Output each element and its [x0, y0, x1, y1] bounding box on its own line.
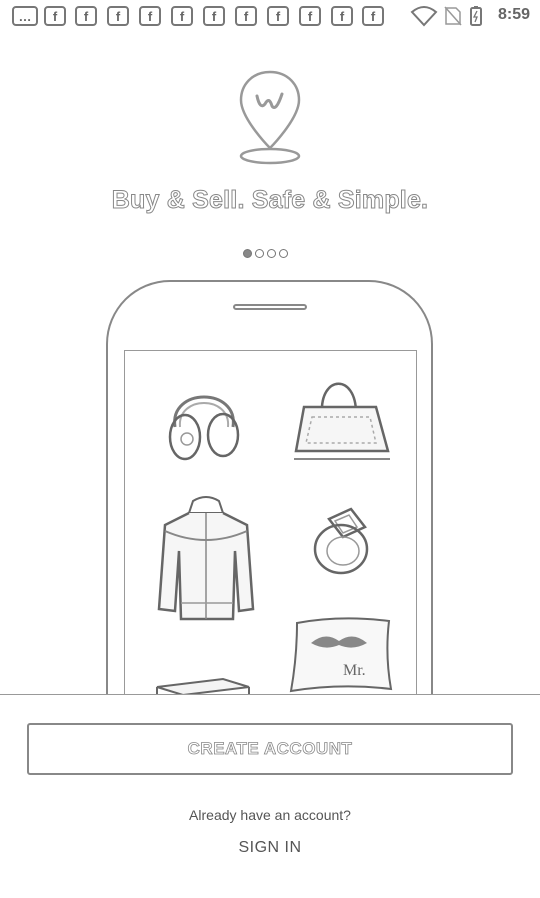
already-have-account-text: Already have an account? [189, 807, 351, 823]
wifi-icon [410, 6, 438, 27]
phone-speaker [233, 304, 307, 310]
page-indicator [243, 249, 288, 258]
chat-icon: … [12, 6, 38, 26]
facebook-icon: f [299, 6, 321, 26]
facebook-icon: f [171, 6, 193, 26]
page-dot[interactable] [279, 249, 288, 258]
ring-icon [313, 507, 369, 575]
no-sim-icon [444, 6, 462, 26]
jacket-icon [157, 496, 255, 621]
facebook-icon: f [362, 6, 384, 26]
phone-screen: Mr. [124, 350, 417, 722]
page-dot[interactable] [267, 249, 276, 258]
facebook-icon: f [331, 6, 353, 26]
tagline: Buy & Sell. Safe & Simple. [111, 186, 429, 215]
pillow-icon: Mr. [289, 617, 393, 693]
sign-in-button[interactable]: SIGN IN [0, 839, 540, 857]
phone-illustration: Mr. [106, 280, 433, 722]
headphones-icon [168, 395, 240, 461]
battery-icon [470, 6, 482, 26]
page-dot-active[interactable] [243, 249, 252, 258]
clock: 8:59 [497, 6, 530, 23]
facebook-icon: f [139, 6, 161, 26]
facebook-icon: f [235, 6, 257, 26]
create-account-button[interactable]: CREATE ACCOUNT [27, 723, 513, 775]
handbag-icon [294, 382, 390, 460]
facebook-icon: f [267, 6, 289, 26]
facebook-icon: f [44, 6, 66, 26]
auth-panel: CREATE ACCOUNT Already have an account? … [0, 694, 540, 898]
facebook-icon: f [203, 6, 225, 26]
status-bar: … f f f f f f f f f f f 8:59 [0, 0, 540, 32]
facebook-icon: f [75, 6, 97, 26]
pillow-label: Mr. [343, 662, 366, 679]
facebook-icon: f [107, 6, 129, 26]
page-dot[interactable] [255, 249, 264, 258]
wish-logo-pin-icon [239, 70, 301, 165]
